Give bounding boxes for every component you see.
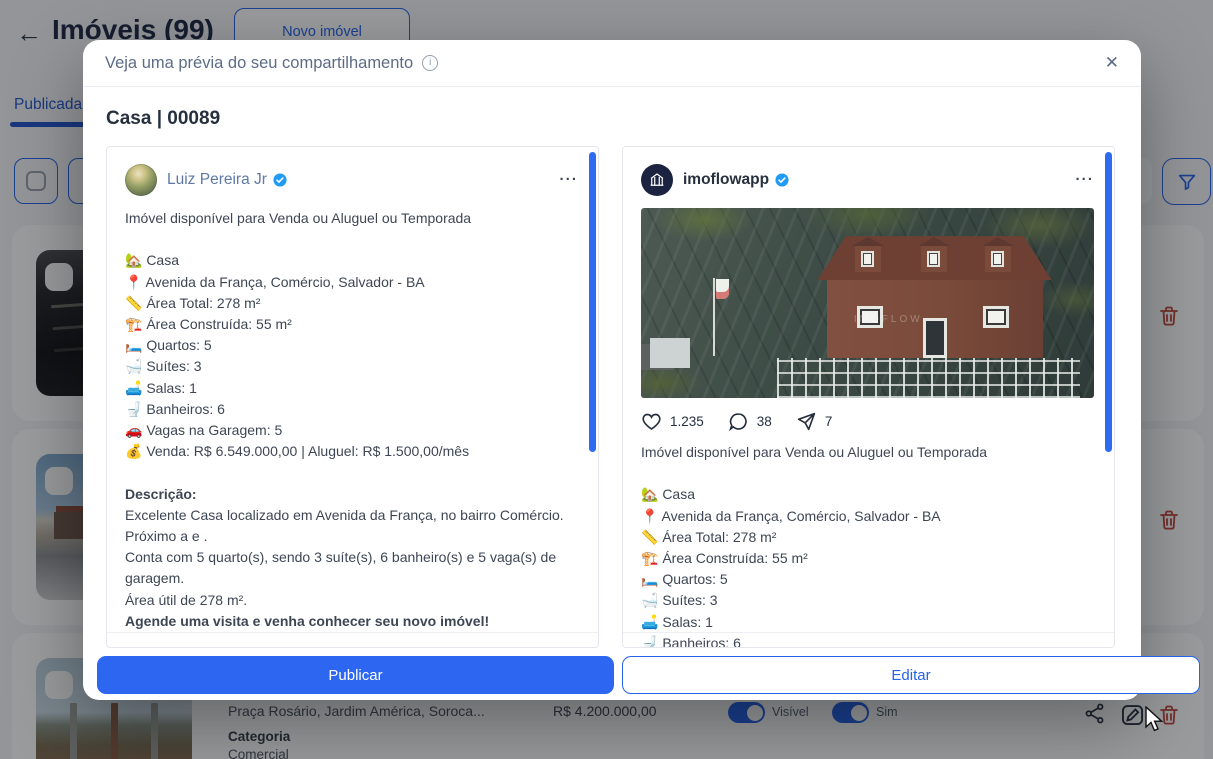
- app-window: ← Imóveis (99) Novo imóvel Publicadas 50…: [0, 0, 1213, 759]
- post-text-line: 📏 Área Total: 278 m²: [641, 527, 1094, 548]
- avatar: [125, 164, 157, 196]
- post-text-line: [125, 462, 578, 483]
- close-icon[interactable]: ✕: [1105, 53, 1119, 73]
- post-text-line: Imóvel disponível para Venda ou Aluguel …: [125, 208, 578, 229]
- instagram-post-preview: imoflowapp ... IMOFLOW: [622, 146, 1115, 648]
- comments-count: 38: [757, 414, 772, 429]
- post-text-line: 💰 Venda: R$ 6.549.000,00 | Aluguel: R$ 1…: [125, 441, 578, 462]
- like-button[interactable]: [641, 411, 662, 432]
- post-text-line: 🏗️ Área Construída: 55 m²: [641, 548, 1094, 569]
- avatar: [641, 164, 673, 196]
- post-text-line: 🏗️ Área Construída: 55 m²: [125, 314, 578, 335]
- flag-shape: [716, 279, 729, 299]
- post-text-line: 🛁 Suítes: 3: [641, 590, 1094, 611]
- fence-shape: [777, 358, 1081, 398]
- post-text-line: 🏡 Casa: [641, 484, 1094, 505]
- verified-badge-icon: [775, 173, 789, 187]
- share-post-button[interactable]: [796, 411, 817, 432]
- post-text: Imóvel disponível para Venda ou Aluguel …: [125, 208, 578, 632]
- post-text-line: [125, 229, 578, 250]
- post-text-line: [641, 463, 1094, 484]
- mouse-cursor: [1144, 706, 1164, 734]
- property-heading: Casa | 00089: [106, 108, 220, 130]
- post-text-line: Descrição:: [125, 484, 578, 505]
- post-text-line: 🛋️ Salas: 1: [641, 612, 1094, 633]
- comment-button[interactable]: [728, 411, 749, 432]
- share-preview-modal: Veja uma prévia do seu compartilhamento …: [83, 40, 1141, 700]
- post-text-line: Imóvel disponível para Venda ou Aluguel …: [641, 442, 1094, 463]
- post-text-line: Próximo a e .: [125, 526, 578, 547]
- post-text-line: 🏡 Casa: [125, 250, 578, 271]
- post-text: Imóvel disponível para Venda ou Aluguel …: [641, 442, 1094, 648]
- modal-title: Veja uma prévia do seu compartilhamento: [105, 54, 413, 73]
- shed-shape: [650, 338, 690, 368]
- post-text-line: 🚽 Banheiros: 6: [125, 399, 578, 420]
- dormer-shape: [921, 246, 947, 272]
- post-text-line: 📍 Avenida da França, Comércio, Salvador …: [125, 272, 578, 293]
- property-photo-large: IMOFLOW: [641, 208, 1094, 398]
- likes-count: 1.235: [670, 414, 704, 429]
- comment-icon: [728, 411, 749, 432]
- post-text-line: 🛏️ Quartos: 5: [125, 335, 578, 356]
- window-shape: [983, 306, 1009, 328]
- heart-icon: [641, 411, 662, 432]
- edit-modal-button[interactable]: Editar: [622, 656, 1200, 694]
- dormer-shape: [985, 246, 1011, 272]
- post-header: Luiz Pereira Jr ...: [125, 162, 578, 198]
- post-text-line: Excelente Casa localizado em Avenida da …: [125, 505, 578, 526]
- dormer-shape: [855, 246, 881, 272]
- verified-badge-icon: [273, 173, 287, 187]
- post-text-line: 🚽 Banheiros: 6: [641, 633, 1094, 648]
- post-stats-row: 1.235 38 7: [641, 411, 1094, 432]
- post-text-line: Conta com 5 quarto(s), sendo 3 suíte(s),…: [125, 547, 578, 589]
- post-text-line: 🚗 Vagas na Garagem: 5: [125, 420, 578, 441]
- publish-button[interactable]: Publicar: [97, 656, 614, 694]
- building-logo-icon: [648, 171, 666, 189]
- author-name[interactable]: Luiz Pereira Jr: [167, 171, 267, 189]
- post-text-line: Agende uma visita e venha conhecer seu n…: [125, 611, 578, 632]
- scrollbar[interactable]: [1105, 152, 1112, 452]
- facebook-post-preview: Luiz Pereira Jr ... Imóvel disponível pa…: [106, 146, 599, 648]
- post-text-line: 📏 Área Total: 278 m²: [125, 293, 578, 314]
- post-text-line: 🛁 Suítes: 3: [125, 356, 578, 377]
- image-watermark: IMOFLOW: [854, 314, 923, 325]
- scrollbar[interactable]: [589, 152, 596, 452]
- post-header: imoflowapp ...: [641, 162, 1094, 198]
- shares-count: 7: [825, 414, 833, 429]
- send-icon: [796, 411, 817, 432]
- post-text-line: 📍 Avenida da França, Comércio, Salvador …: [641, 506, 1094, 527]
- post-text-line: 🛋️ Salas: 1: [125, 378, 578, 399]
- door-shape: [923, 318, 947, 358]
- info-icon[interactable]: i: [422, 55, 438, 71]
- modal-header: Veja uma prévia do seu compartilhamento …: [83, 40, 1141, 87]
- post-menu-icon[interactable]: ...: [1075, 172, 1094, 188]
- post-text-line: Área útil de 278 m².: [125, 590, 578, 611]
- post-menu-icon[interactable]: ...: [559, 172, 578, 188]
- post-text-line: 🛏️ Quartos: 5: [641, 569, 1094, 590]
- author-name[interactable]: imoflowapp: [683, 171, 769, 189]
